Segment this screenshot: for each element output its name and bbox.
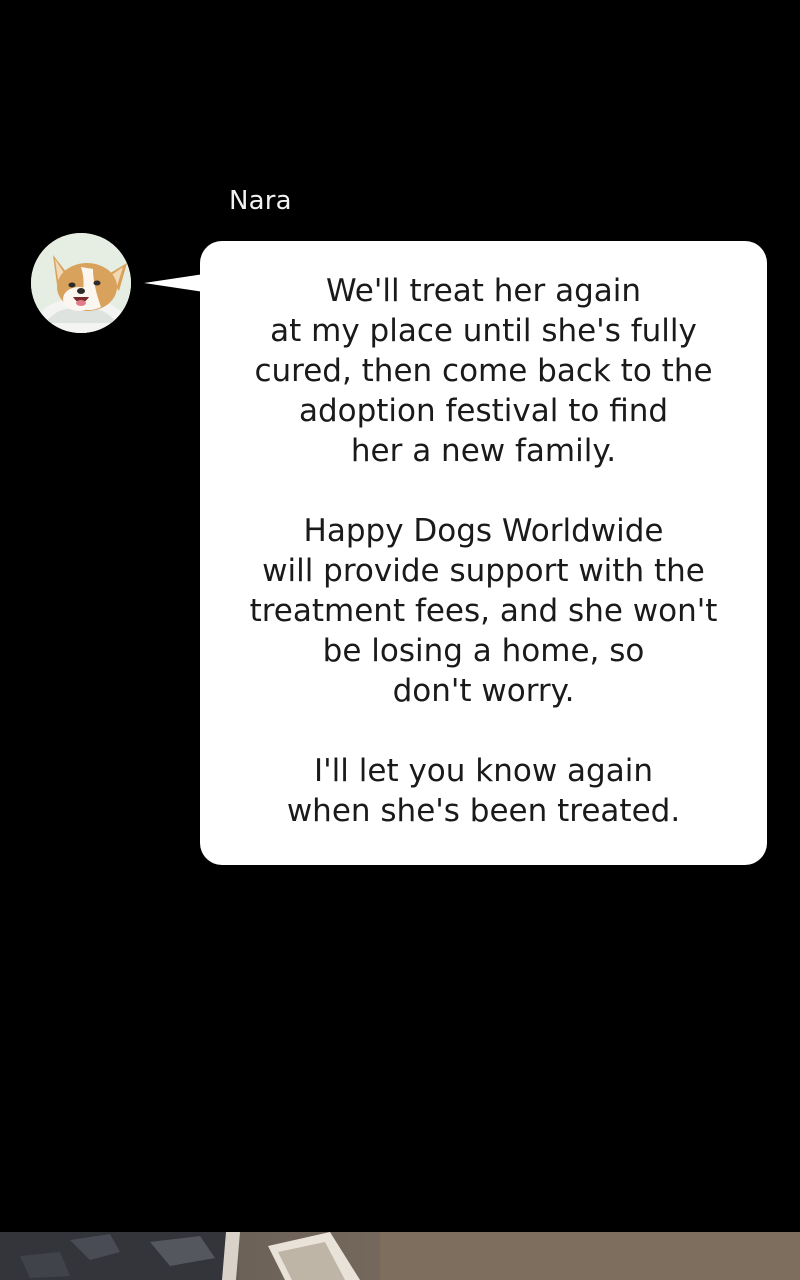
next-panel-image xyxy=(0,1232,800,1280)
corgi-avatar[interactable] xyxy=(31,233,131,333)
sender-name: Nara xyxy=(229,186,292,216)
message-paragraph: Happy Dogs Worldwide will provide suppor… xyxy=(249,513,718,709)
chat-screen: Nara We'll treat her again at my place u… xyxy=(0,0,800,1280)
message-paragraph: I'll let you know again when she's been … xyxy=(286,753,681,829)
message-bubble[interactable]: We'll treat her again at my place until … xyxy=(200,241,767,865)
corgi-icon xyxy=(31,233,131,333)
message-paragraph: We'll treat her again at my place until … xyxy=(254,273,713,469)
